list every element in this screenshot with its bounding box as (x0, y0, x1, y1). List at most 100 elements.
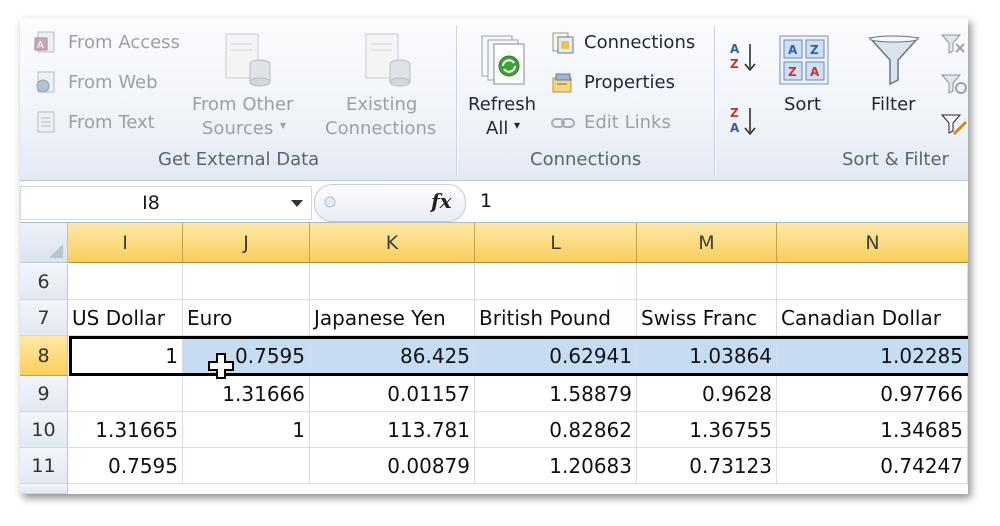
cell-select-cursor-icon (208, 353, 234, 379)
insert-function-icon[interactable]: fx (431, 189, 452, 213)
dropdown-arrow-icon: ▾ (514, 118, 521, 132)
cell[interactable] (183, 264, 310, 300)
cell[interactable]: 0.7595 (68, 448, 183, 484)
row-header-selected[interactable]: 8 (20, 336, 68, 376)
cell[interactable]: 0.62941 (475, 336, 637, 376)
cell[interactable]: Euro (183, 300, 310, 336)
from-text-button[interactable]: From Text (68, 112, 155, 133)
row-header[interactable]: 9 (20, 376, 68, 412)
filter-button[interactable]: Filter (871, 94, 916, 115)
column-header[interactable]: J (183, 223, 310, 263)
cell[interactable]: British Pound (475, 300, 637, 336)
web-page-icon (36, 71, 55, 93)
dropdown-arrow-icon: ▾ (280, 118, 287, 132)
group-separator (714, 26, 715, 176)
from-other-sources-line2[interactable]: Sources (202, 118, 273, 139)
excel-window: A From Access From Web From Text From Ot… (20, 18, 968, 494)
from-access-button[interactable]: From Access (68, 32, 180, 53)
resize-handle-icon[interactable] (323, 195, 337, 209)
from-other-sources-line1[interactable]: From Other (192, 94, 293, 115)
cell[interactable]: US Dollar (68, 300, 183, 336)
cell[interactable] (637, 264, 777, 300)
column-header[interactable]: L (475, 223, 637, 263)
from-web-button[interactable]: From Web (68, 72, 158, 93)
text-file-icon (37, 111, 55, 133)
cell[interactable] (310, 264, 475, 300)
row-header[interactable]: 6 (20, 264, 68, 300)
existing-connections-line1[interactable]: Existing (346, 94, 417, 115)
refresh-all-line2[interactable]: All (486, 118, 508, 139)
svg-text:A: A (810, 65, 820, 79)
row-header[interactable]: 10 (20, 412, 68, 448)
properties-icon (552, 73, 572, 93)
cell[interactable]: Canadian Dollar (777, 300, 968, 336)
select-all-corner[interactable] (20, 223, 68, 263)
refresh-all-line1[interactable]: Refresh (468, 94, 536, 115)
cell[interactable] (68, 264, 183, 300)
ribbon-data-tab: A From Access From Web From Text From Ot… (20, 18, 968, 181)
svg-text:A: A (730, 42, 740, 56)
cell[interactable]: 0.97766 (777, 376, 968, 412)
sort-a-to-z-icon[interactable]: A Z (728, 40, 758, 74)
advanced-filter-icon[interactable] (940, 112, 968, 138)
cell[interactable]: Swiss Franc (637, 300, 777, 336)
cell[interactable] (777, 264, 968, 300)
clear-filter-icon[interactable] (940, 32, 968, 56)
name-box[interactable]: I8 (20, 186, 312, 220)
cell[interactable]: 0.00879 (310, 448, 475, 484)
svg-text:Z: Z (810, 43, 819, 57)
cell[interactable]: 0.73123 (637, 448, 777, 484)
cell[interactable]: 1 (183, 412, 310, 448)
existing-connections-line2[interactable]: Connections (325, 118, 436, 139)
column-header[interactable]: M (637, 223, 777, 263)
refresh-all-icon (481, 35, 525, 85)
column-header[interactable]: K (310, 223, 475, 263)
sort-dialog-icon: A Z Z A (779, 35, 829, 85)
cell[interactable]: 0.9628 (637, 376, 777, 412)
cell[interactable]: 1.02285 (777, 336, 968, 376)
group-separator (456, 26, 457, 176)
cell[interactable]: 1.58879 (475, 376, 637, 412)
svg-text:A: A (730, 121, 740, 135)
sort-filter-group-label: Sort & Filter (842, 149, 949, 170)
sort-button[interactable]: Sort (784, 94, 821, 115)
access-database-icon: A (34, 31, 55, 53)
svg-text:A: A (788, 43, 798, 57)
cell[interactable]: 0.01157 (310, 376, 475, 412)
cell[interactable]: 86.425 (310, 336, 475, 376)
cell[interactable]: 1.20683 (475, 448, 637, 484)
row-header[interactable]: 7 (20, 300, 68, 336)
cell[interactable]: Japanese Yen (310, 300, 475, 336)
cell[interactable] (68, 376, 183, 412)
cell[interactable]: 113.781 (310, 412, 475, 448)
cell[interactable]: 0.74247 (777, 448, 968, 484)
active-cell[interactable]: 1 (68, 336, 183, 376)
column-header[interactable]: N (777, 223, 968, 263)
connections-icon (552, 32, 574, 54)
cell[interactable]: 1.36755 (637, 412, 777, 448)
cell[interactable]: 0.7595 (183, 336, 310, 376)
connections-group-label: Connections (530, 149, 642, 170)
worksheet-grid: I J K L M N 6 7 US Dollar Euro Japanese … (20, 223, 968, 494)
edit-links-icon (551, 118, 575, 128)
name-box-value: I8 (142, 192, 160, 214)
edit-links-button[interactable]: Edit Links (584, 112, 671, 133)
get-external-data-group-label: Get External Data (158, 149, 320, 170)
cell[interactable] (183, 448, 310, 484)
chevron-down-icon[interactable] (291, 200, 303, 207)
cell[interactable]: 1.31665 (68, 412, 183, 448)
cell[interactable]: 0.82862 (475, 412, 637, 448)
cell[interactable] (475, 264, 637, 300)
formula-input[interactable]: 1 (480, 190, 492, 212)
cell[interactable]: 1.34685 (777, 412, 968, 448)
row-header-partial (20, 484, 68, 494)
svg-text:Z: Z (788, 65, 797, 79)
row-header[interactable]: 11 (20, 448, 68, 484)
connections-button[interactable]: Connections (584, 32, 695, 53)
reapply-filter-icon[interactable] (940, 72, 968, 96)
cell[interactable]: 1.31666 (183, 376, 310, 412)
sort-z-to-a-icon[interactable]: Z A (728, 104, 758, 138)
properties-button[interactable]: Properties (584, 72, 675, 93)
cell[interactable]: 1.03864 (637, 336, 777, 376)
column-header[interactable]: I (68, 223, 183, 263)
